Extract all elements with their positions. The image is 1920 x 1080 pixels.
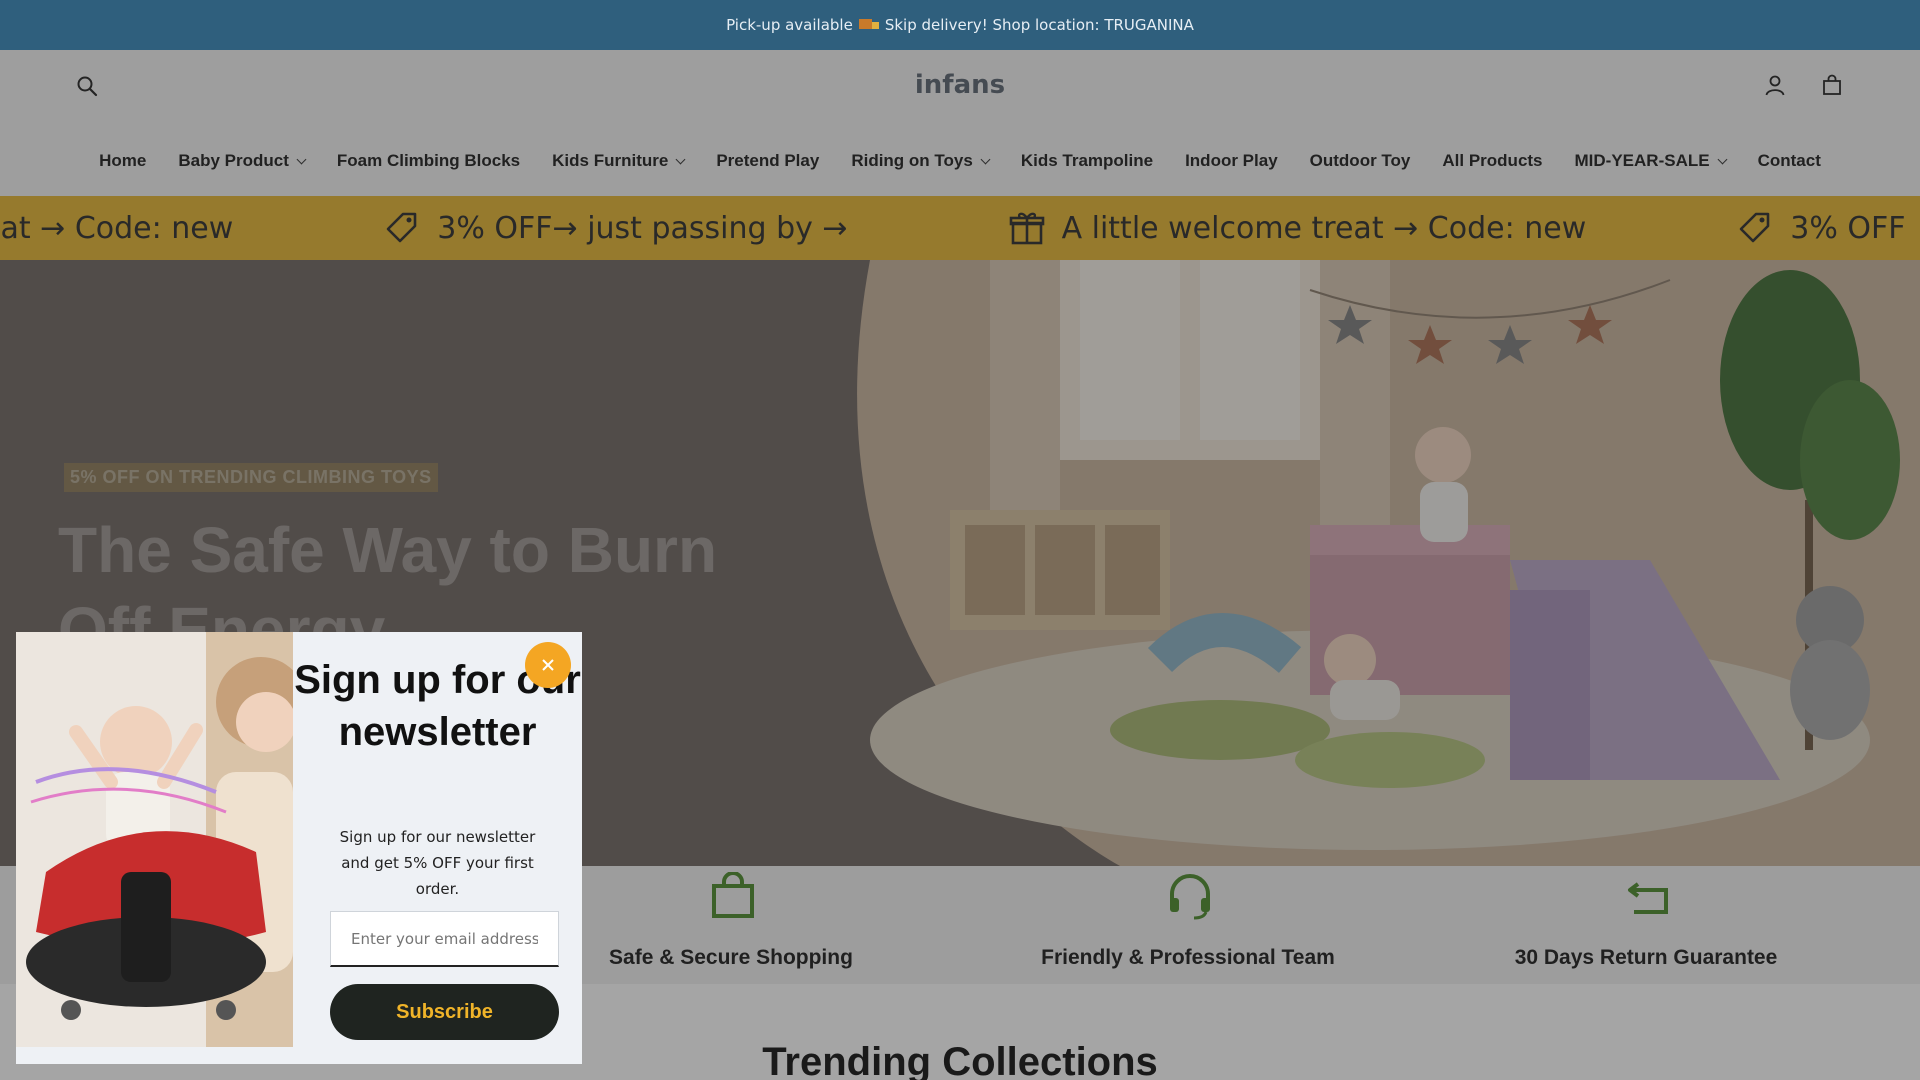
marquee-item: A little welcome treat → Code: new xyxy=(1008,209,1587,247)
nav-item-riding-on-toys[interactable]: Riding on Toys xyxy=(835,146,1005,176)
shopping-bag-icon xyxy=(712,872,754,918)
user-icon[interactable] xyxy=(1764,74,1786,96)
chevron-down-icon xyxy=(675,154,686,164)
feature-item: 30 Days Return Guarantee xyxy=(1446,866,1846,984)
nav-item-label: Home xyxy=(99,151,147,170)
marquee-text: 3% OFF→ just passing by → xyxy=(437,210,848,246)
nav-item-label: Contact xyxy=(1757,151,1821,170)
tag-icon xyxy=(386,212,417,243)
nav-item-label: MID-YEAR-SALE xyxy=(1574,151,1710,170)
marquee-item: eat → Code: new xyxy=(0,211,233,246)
nav-item-label: Foam Climbing Blocks xyxy=(336,151,521,170)
hero-badge: 5% OFF ON TRENDING CLIMBING TOYS xyxy=(64,463,438,492)
marquee-track: eat → Code: new 3% OFF→ just passing by … xyxy=(0,196,1920,260)
nav-item-contact[interactable]: Contact xyxy=(1742,146,1837,176)
nav-item-mid-year-sale[interactable]: MID-YEAR-SALE xyxy=(1559,146,1742,176)
announcement-bar: Pick-up available Skip delivery! Shop lo… xyxy=(0,0,1920,50)
feature-label: Safe & Secure Shopping xyxy=(609,946,853,969)
headset-icon xyxy=(1170,874,1210,920)
marquee-text: A little welcome treat → Code: new xyxy=(1061,210,1587,246)
newsletter-popup: Sign up for our newsletter Sign up for o… xyxy=(16,632,582,1064)
feature-item: Friendly & Professional Team xyxy=(988,866,1388,984)
truck-icon xyxy=(858,19,879,31)
nav-item-kids-trampoline[interactable]: Kids Trampoline xyxy=(1005,146,1169,176)
chevron-down-icon xyxy=(296,154,307,164)
nav-item-pretend-play[interactable]: Pretend Play xyxy=(700,146,835,176)
main-navigation: Home Baby Product Foam Climbing Blocks Kids… xyxy=(0,146,1920,176)
subscribe-button[interactable]: Subscribe xyxy=(330,984,559,1040)
site-header: infans Home Baby Product Foam Climbing Blo… xyxy=(0,50,1920,196)
marquee-text: eat → Code: new xyxy=(0,210,234,246)
nav-item-outdoor-toy[interactable]: Outdoor Toy xyxy=(1294,146,1427,176)
shopping-bag-icon[interactable] xyxy=(1821,74,1843,96)
nav-item-label: Riding on Toys xyxy=(851,151,973,170)
feature-label: 30 Days Return Guarantee xyxy=(1514,946,1778,969)
gift-icon xyxy=(1009,212,1044,245)
nav-item-baby-product[interactable]: Baby Product xyxy=(162,146,321,176)
nav-item-label: All Products xyxy=(1442,151,1543,170)
nav-item-label: Indoor Play xyxy=(1185,151,1278,170)
feature-label: Friendly & Professional Team xyxy=(1041,946,1335,969)
hero-image xyxy=(857,260,1920,866)
popup-body: Sign up for our newsletter Sign up for o… xyxy=(293,632,582,1064)
marquee-text: 3% OFF xyxy=(1790,210,1906,246)
nav-item-label: Kids Trampoline xyxy=(1020,151,1154,170)
email-field[interactable] xyxy=(330,911,559,967)
nav-item-kids-furniture[interactable]: Kids Furniture xyxy=(536,146,700,176)
marquee-item: 3% OFF xyxy=(1736,209,1906,247)
announcement-text-2: Skip delivery! Shop location: TRUGANINA xyxy=(884,16,1194,34)
nav-item-label: Outdoor Toy xyxy=(1309,151,1411,170)
promo-marquee: eat → Code: new 3% OFF→ just passing by … xyxy=(0,196,1920,260)
chevron-down-icon xyxy=(1717,154,1728,164)
nav-item-indoor-play[interactable]: Indoor Play xyxy=(1169,146,1294,176)
announcement-text: Pick-up available xyxy=(726,16,853,34)
nav-item-label: Kids Furniture xyxy=(552,151,669,170)
nav-item-foam-climbing-blocks[interactable]: Foam Climbing Blocks xyxy=(321,146,536,176)
feature-item: Safe & Secure Shopping xyxy=(531,866,931,984)
nav-item-label: Baby Product xyxy=(178,151,289,170)
marquee-item: 3% OFF→ just passing by → xyxy=(383,209,848,247)
nav-item-label: Pretend Play xyxy=(716,151,820,170)
close-icon[interactable] xyxy=(525,642,571,688)
nav-item-home[interactable]: Home xyxy=(83,146,162,176)
tag-icon xyxy=(1739,212,1770,243)
chevron-down-icon xyxy=(980,154,991,164)
site-logo[interactable]: infans xyxy=(0,70,1920,100)
popup-description: Sign up for our newsletter and get 5% OF… xyxy=(339,828,536,898)
popup-image xyxy=(16,632,293,1047)
nav-item-all-products[interactable]: All Products xyxy=(1426,146,1558,176)
return-arrow-icon xyxy=(1628,882,1668,914)
